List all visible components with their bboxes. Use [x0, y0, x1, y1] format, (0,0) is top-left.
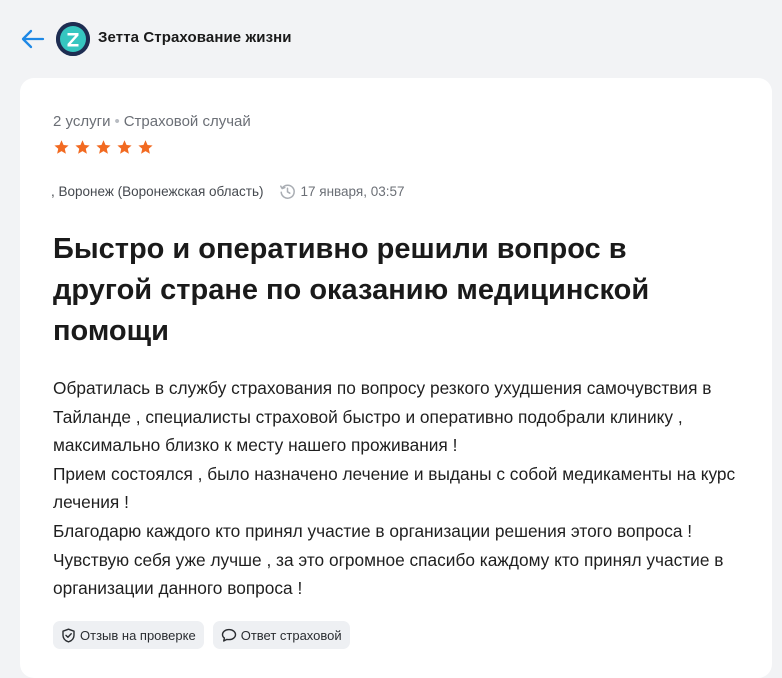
shield-check-icon	[62, 628, 75, 643]
review-title: Быстро и оперативно решили вопрос в друг…	[53, 233, 650, 347]
company-logo[interactable]	[56, 22, 90, 56]
company-reply-badge[interactable]: Ответ страховой	[212, 621, 350, 649]
star-icon	[117, 140, 132, 154]
review-paragraph: Обратилась в службу страхования по вопро…	[53, 378, 712, 456]
star-icon	[138, 140, 153, 154]
app-header: Зетта Страхование жизни	[0, 0, 782, 78]
company-reply-label: Ответ страховой	[240, 627, 342, 643]
review-card: 2 услуги • Страховой случай , Воронеж (Вор…	[20, 78, 772, 678]
review-paragraph: Прием состоялся , было назначено лечение…	[53, 463, 736, 513]
review-status-badge[interactable]: Отзыв на проверке	[53, 621, 204, 649]
review-timestamp: 17 января, 03:57	[300, 184, 405, 199]
review-meta: 2 услуги • Страховой случай	[53, 113, 251, 130]
history-clock-icon	[279, 184, 295, 199]
services-count[interactable]: 2 услуги	[53, 113, 110, 130]
review-location: , Воронеж (Воронежская область)	[51, 184, 264, 199]
review-status-label: Отзыв на проверке	[80, 627, 196, 643]
review-body: Обратилась в службу страхования по вопро…	[53, 374, 753, 603]
review-paragraph: Благодарю каждого кто принял участие в о…	[53, 520, 693, 541]
arrow-left-icon	[21, 29, 45, 49]
review-location-line: , Воронеж (Воронежская область) 17 январ…	[51, 183, 405, 200]
zetta-logo-icon	[56, 22, 90, 56]
rating-stars	[53, 139, 154, 156]
separator-dot: •	[114, 113, 120, 130]
review-paragraph: Чувствую себя уже лучше , за это огромно…	[53, 549, 724, 599]
star-icon	[54, 140, 69, 154]
chat-bubble-icon	[221, 628, 236, 642]
review-badges: Отзыв на проверке Ответ страховой	[53, 621, 350, 649]
company-name-link[interactable]: Зетта Страхование жизни	[98, 29, 292, 46]
star-icon	[75, 140, 90, 154]
star-icon	[96, 140, 111, 154]
back-button[interactable]	[20, 27, 46, 51]
review-time: 17 января, 03:57	[279, 183, 405, 200]
review-category[interactable]: Страховой случай	[124, 113, 251, 130]
